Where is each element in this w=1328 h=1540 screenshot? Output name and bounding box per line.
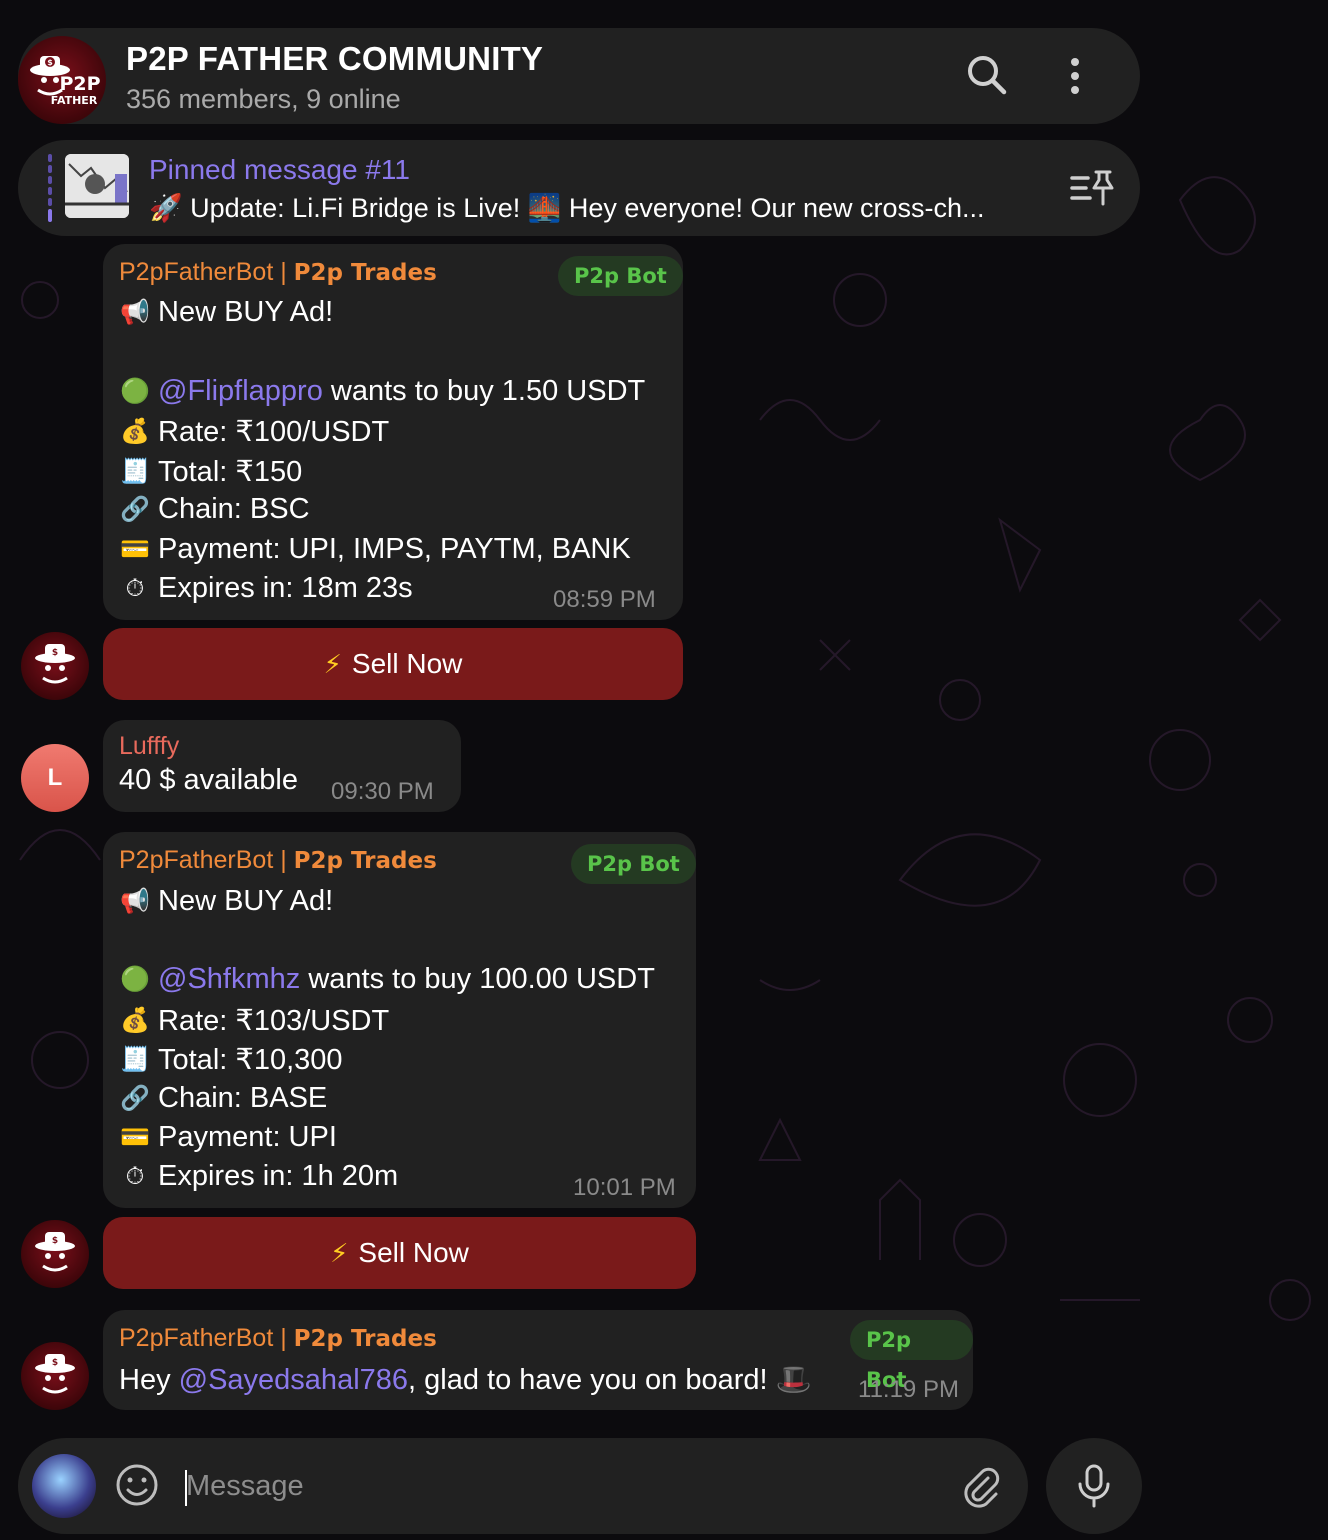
- pinned-preview: 🚀 Update: Li.Fi Bridge is Live! 🌉 Hey ev…: [149, 193, 985, 223]
- stopwatch-icon: ⏱: [125, 574, 145, 602]
- mic-icon: [1078, 1464, 1110, 1508]
- svg-text:$: $: [52, 648, 58, 658]
- message-bubble[interactable]: P2pFatherBot | P2p Trades P2p Bot 📢 New B…: [103, 244, 683, 620]
- chain-text: Chain: BASE: [158, 1082, 328, 1114]
- amount-text: 100.00 USDT: [479, 963, 655, 995]
- more-vertical-icon[interactable]: [1058, 54, 1092, 98]
- money-bag-icon: 💰: [120, 418, 150, 445]
- megaphone-icon: 📢: [120, 888, 150, 915]
- sell-now-button[interactable]: ⚡ Sell Now: [103, 628, 683, 700]
- rate-text: Rate: ₹100/USDT: [158, 416, 390, 448]
- total-text: Total: ₹10,300: [158, 1044, 343, 1076]
- credit-card-icon: 💳: [120, 536, 150, 563]
- pinned-indicator: [48, 154, 52, 222]
- svg-text:$: $: [47, 58, 53, 67]
- svg-text:$: $: [52, 1358, 58, 1368]
- receipt-icon: 🧾: [120, 1046, 150, 1073]
- sender-tag: P2p Trades: [293, 848, 437, 874]
- green-circle-icon: 🟢: [120, 378, 150, 405]
- expires-text: Expires in: 1h 20m: [158, 1160, 399, 1192]
- bot-avatar[interactable]: $: [21, 632, 89, 700]
- user-avatar[interactable]: L: [21, 744, 89, 812]
- sender-name[interactable]: P2pFatherBot | P2p Trades: [119, 846, 437, 875]
- message-time: 10:01 PM: [573, 1174, 676, 1201]
- user-mention[interactable]: @Flipflappro: [158, 375, 323, 408]
- expires-text: Expires in: 18m 23s: [158, 572, 413, 604]
- payment-text: Payment: UPI, IMPS, PAYTM, BANK: [158, 533, 631, 565]
- sell-now-button[interactable]: ⚡ Sell Now: [103, 1217, 696, 1289]
- chain-text: Chain: BSC: [158, 493, 310, 525]
- attach-icon[interactable]: [958, 1464, 1004, 1510]
- chat-subtitle: 356 members, 9 online: [126, 84, 401, 114]
- receipt-icon: 🧾: [120, 458, 150, 485]
- message-text-suffix: , glad to have you on board! 🎩: [408, 1364, 812, 1396]
- group-avatar[interactable]: $ P2P FATHER: [18, 36, 106, 124]
- user-mention[interactable]: @Sayedsahal786: [179, 1364, 408, 1397]
- lightning-icon: ⚡: [330, 1237, 349, 1268]
- green-circle-icon: 🟢: [120, 966, 150, 993]
- avatar-text-father: FATHER: [51, 94, 98, 107]
- unpin-icon[interactable]: [1070, 168, 1114, 208]
- pinned-title: Pinned message #11: [149, 154, 410, 185]
- link-icon: 🔗: [120, 1085, 150, 1112]
- link-icon: 🔗: [120, 496, 150, 523]
- message-bubble[interactable]: Lufffy 40 $ available 09:30 PM: [103, 720, 461, 812]
- sender-name[interactable]: P2pFatherBot | P2p Trades: [119, 1324, 437, 1353]
- bot-avatar[interactable]: $: [21, 1220, 89, 1288]
- money-bag-icon: 💰: [120, 1007, 150, 1034]
- pinned-thumbnail: [65, 154, 129, 218]
- bot-badge: P2p Bot: [571, 844, 696, 884]
- sell-now-label: Sell Now: [351, 648, 463, 679]
- message-bubble[interactable]: P2pFatherBot | P2p Trades P2p Bot 📢 New B…: [103, 832, 696, 1208]
- chat-title: P2P FATHER COMMUNITY: [126, 40, 544, 77]
- sender-tag: P2p Trades: [293, 1326, 437, 1352]
- message-text-prefix: Hey: [119, 1363, 179, 1396]
- message-time: 09:30 PM: [331, 778, 434, 805]
- message-bubble[interactable]: P2pFatherBot | P2p Trades P2p Bot Hey @S…: [103, 1310, 973, 1410]
- user-mention[interactable]: @Shfkmhz: [158, 963, 300, 996]
- rate-text: Rate: ₹103/USDT: [158, 1005, 390, 1037]
- pinned-message-bar[interactable]: Pinned message #11 🚀 Update: Li.Fi Bridg…: [18, 140, 1140, 236]
- sender-name[interactable]: P2pFatherBot | P2p Trades: [119, 258, 437, 287]
- bot-badge: P2p Bot: [558, 256, 683, 296]
- sell-now-label: Sell Now: [358, 1237, 469, 1268]
- search-icon[interactable]: [964, 52, 1010, 98]
- bot-avatar[interactable]: $: [21, 1342, 89, 1410]
- avatar-text-p2p: P2P: [59, 73, 100, 95]
- lightning-icon: ⚡: [323, 648, 342, 679]
- message-input[interactable]: [186, 1460, 926, 1512]
- message-heading: New BUY Ad!: [158, 296, 334, 328]
- mic-button[interactable]: [1046, 1438, 1142, 1534]
- message-composer[interactable]: [18, 1438, 1028, 1534]
- action-text: wants to buy: [300, 963, 480, 995]
- chat-header[interactable]: $ P2P FATHER P2P FATHER COMMUNITY 356 me…: [18, 28, 1140, 124]
- message-text: 40 $ available: [119, 764, 298, 796]
- bot-badge: P2p Bot: [850, 1320, 973, 1392]
- my-avatar[interactable]: [32, 1454, 96, 1518]
- megaphone-icon: 📢: [120, 299, 150, 326]
- action-text: wants to buy: [322, 375, 502, 407]
- message-time: 08:59 PM: [553, 586, 656, 613]
- message-time: 11:19 PM: [858, 1376, 959, 1403]
- emoji-icon[interactable]: [114, 1462, 160, 1508]
- stopwatch-icon: ⏱: [125, 1162, 145, 1190]
- total-text: Total: ₹150: [158, 456, 303, 488]
- payment-text: Payment: UPI: [158, 1121, 337, 1153]
- amount-text: 1.50 USDT: [501, 375, 646, 407]
- sender-name[interactable]: Lufffy: [119, 732, 179, 761]
- credit-card-icon: 💳: [120, 1124, 150, 1151]
- svg-text:$: $: [52, 1236, 58, 1246]
- message-heading: New BUY Ad!: [158, 885, 334, 917]
- sender-tag: P2p Trades: [293, 260, 437, 286]
